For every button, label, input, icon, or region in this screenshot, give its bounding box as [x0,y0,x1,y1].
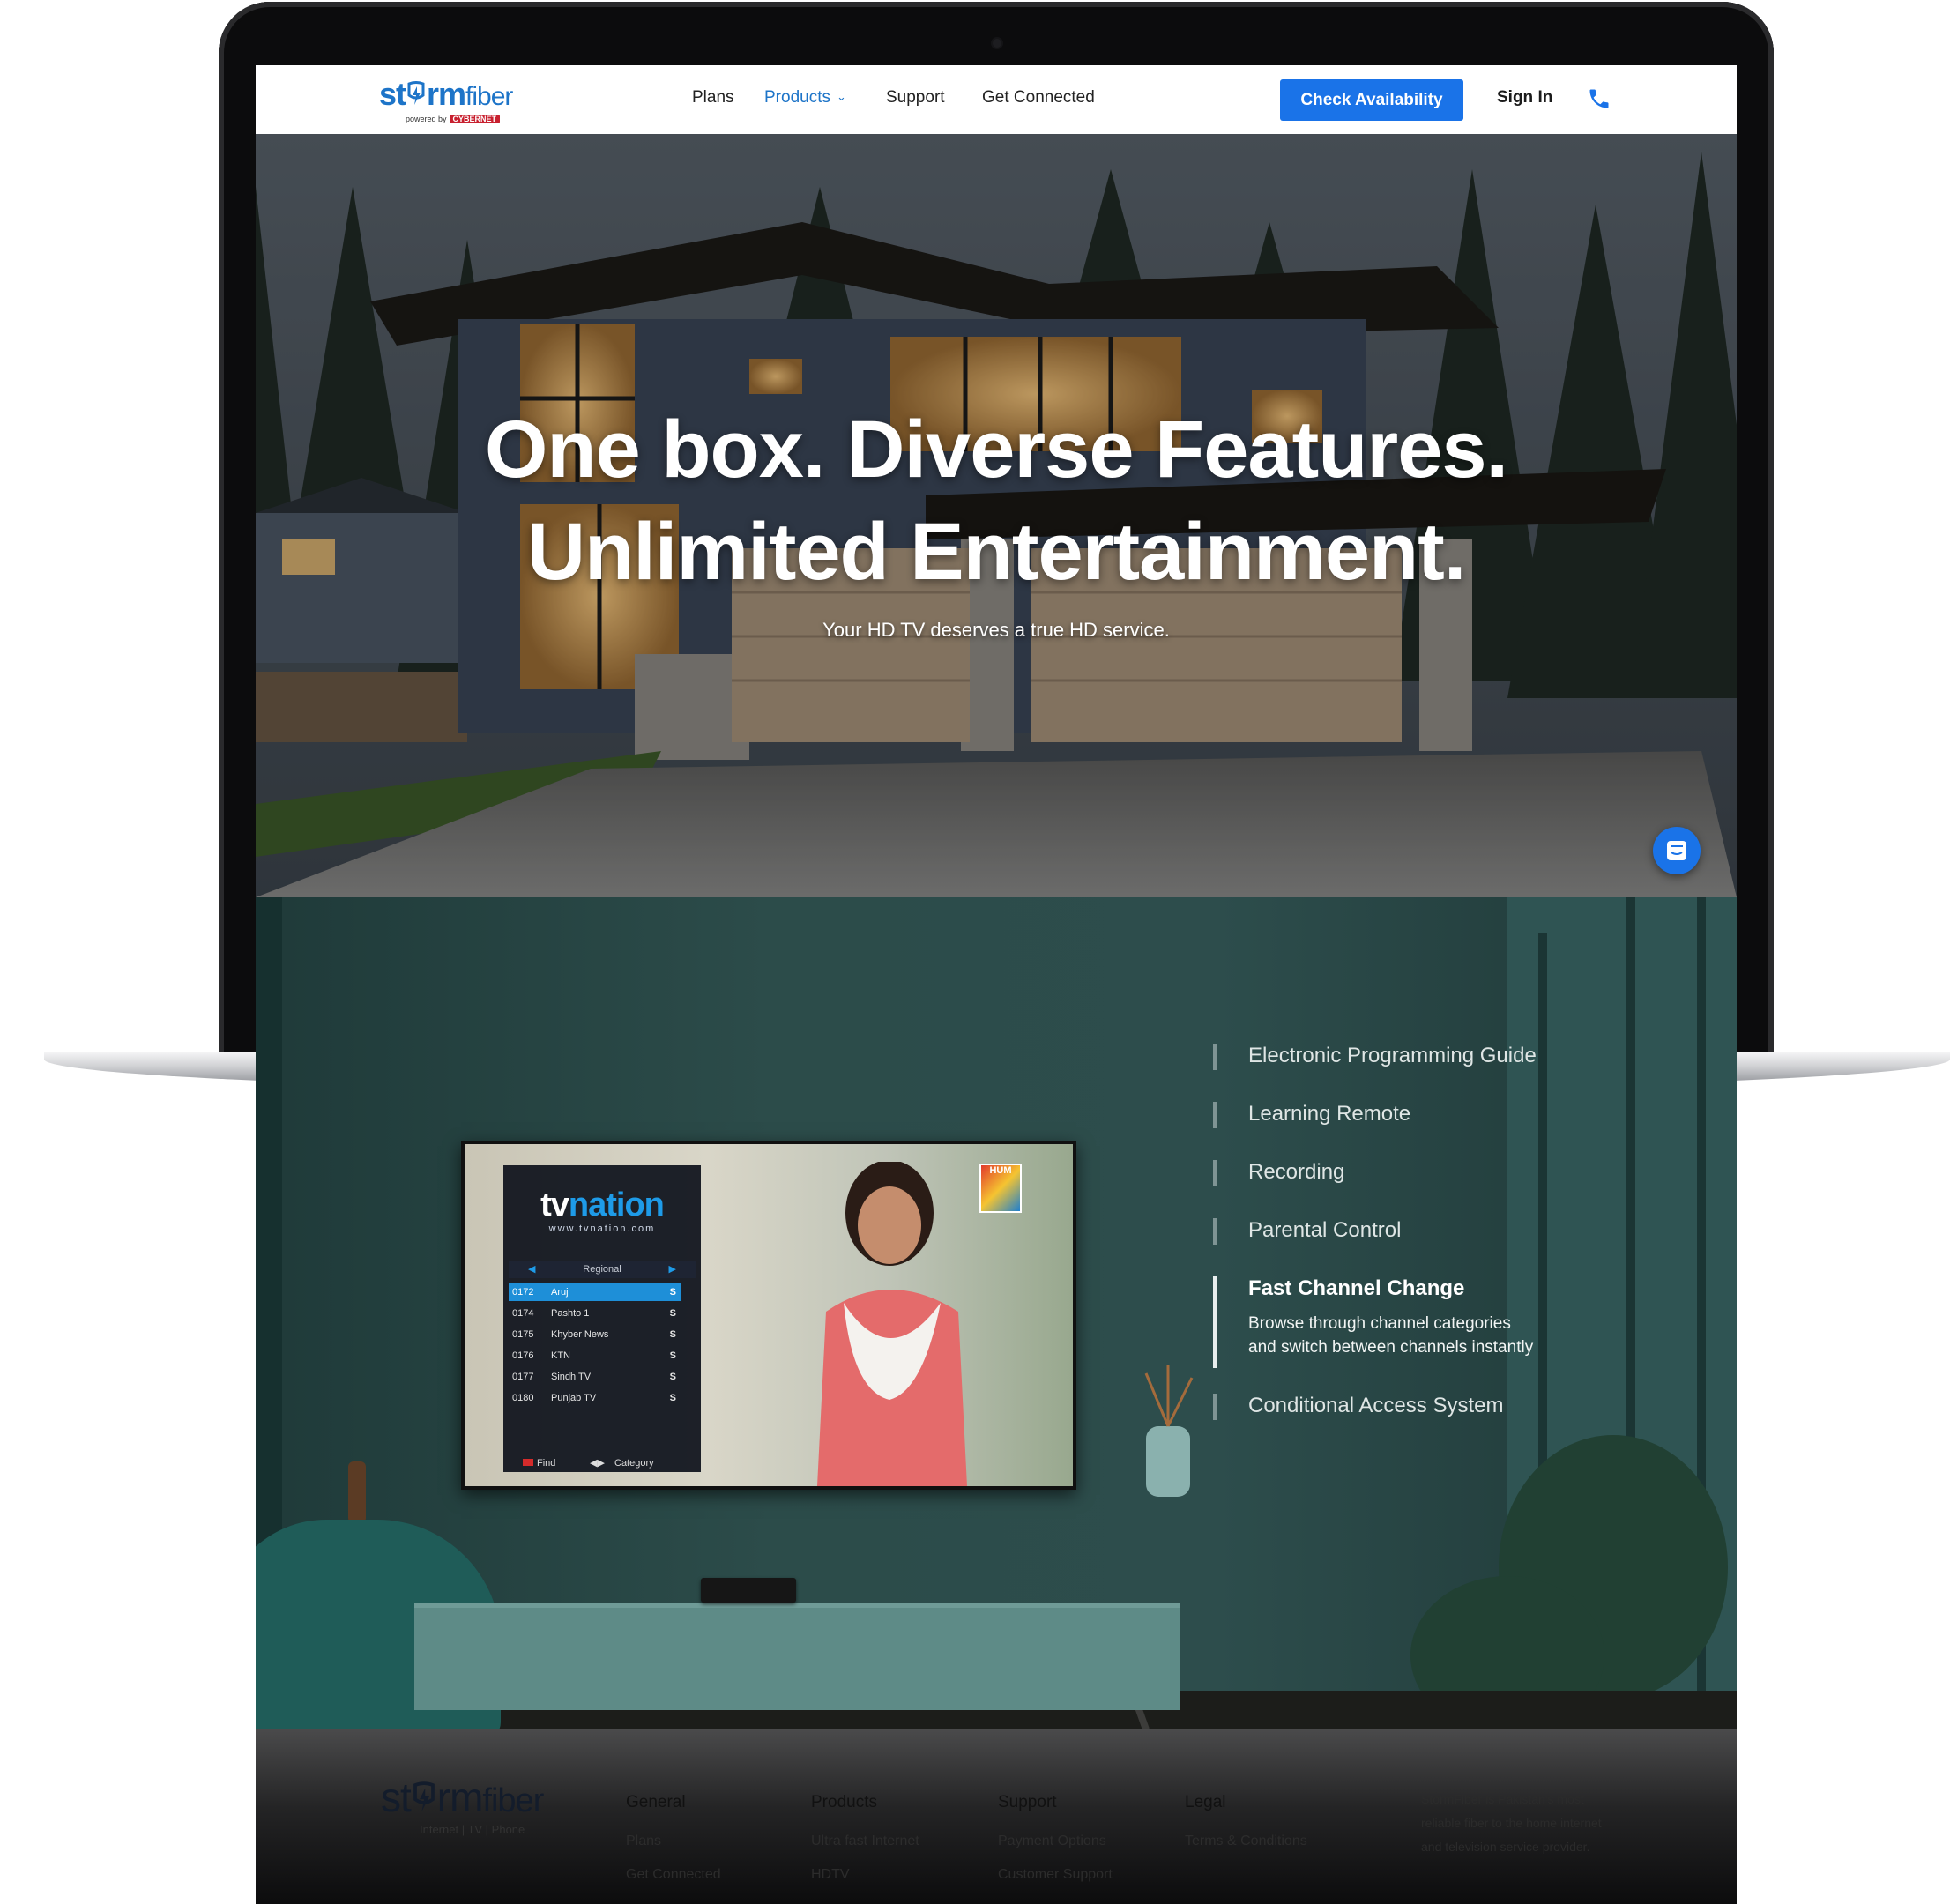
footer-link-payment-options[interactable]: Payment Options [998,1833,1106,1849]
feature-parental-control[interactable]: Parental Control [1248,1218,1401,1243]
nav-plans[interactable]: Plans [692,88,734,108]
epg-category-label: Regional [583,1264,621,1275]
hum-channel-logo: HUM [979,1164,1022,1213]
footer-logo[interactable]: st rmfiber [381,1774,544,1821]
feature-indicator [1213,1102,1217,1128]
footer-link-hdtv[interactable]: HDTV [811,1867,850,1883]
tv-presenter-illustration [817,1162,967,1486]
tvnation-url: www.tvnation.com [548,1223,656,1234]
hero-title-line2: Unlimited Entertainment. [526,507,1467,597]
epg-category-hint: Category [614,1458,654,1469]
epg-channel-row: 0172 Aruj S [509,1283,681,1301]
hero-title-line1: One box. Diverse Features. [484,405,1508,495]
epg-channel-row: 0177 Sindh TV S [512,1372,676,1382]
logo-wordmark: st rmfiber [379,76,513,112]
logo-powered-by: powered by CYBERNET [406,115,501,123]
sign-in-link[interactable]: Sign In [1497,88,1552,108]
arrow-right-icon: ▶ [668,1264,676,1275]
feature-indicator [1213,1160,1217,1186]
feature-learning-remote[interactable]: Learning Remote [1248,1102,1410,1127]
hero-section: One box. Diverse Features. Unlimited Ent… [256,134,1737,897]
set-top-box [701,1578,796,1603]
epg-footer: Find ◀▶ Category [509,1456,696,1470]
feature-conditional-access-system[interactable]: Conditional Access System [1248,1394,1503,1418]
feature-electronic-programming-guide[interactable]: Electronic Programming Guide [1248,1044,1537,1068]
nav-support[interactable]: Support [886,88,945,108]
nav-products-label: Products [764,88,830,107]
lightning-icon [413,1781,435,1811]
check-availability-button[interactable]: Check Availability [1280,79,1463,121]
epg-category-bar: ◀ Regional ▶ [509,1261,696,1278]
cybernet-badge: CYBERNET [449,115,501,123]
footer-link-ultra-fast-internet[interactable]: Ultra fast Internet [811,1833,919,1849]
chevron-down-icon: ⌄ [836,90,846,103]
feature-recording[interactable]: Recording [1248,1160,1344,1185]
footer-link-get-connected[interactable]: Get Connected [626,1867,721,1883]
footer-link-customer-support[interactable]: Customer Support [998,1867,1113,1883]
lightning-icon [407,81,425,105]
epg-panel: tvnation www.tvnation.com ◀ Regional ▶ 0… [503,1165,701,1472]
nav-get-connected[interactable]: Get Connected [982,88,1095,108]
features-section: tvnation www.tvnation.com ◀ Regional ▶ 0… [256,897,1737,1729]
footer-tagline: Internet | TV | Phone [420,1823,525,1836]
feature-active-description: Browse through channel categories and sw… [1248,1314,1534,1357]
footer-link-terms[interactable]: Terms & Conditions [1185,1833,1307,1849]
nav-products[interactable]: Products ⌄ [764,88,846,108]
tv-screen: tvnation www.tvnation.com ◀ Regional ▶ 0… [461,1141,1076,1490]
camera-icon [993,39,1001,48]
feature-indicator [1213,1394,1217,1420]
hero-title: One box. Diverse Features. Unlimited Ent… [256,398,1737,603]
feature-indicator [1213,1218,1217,1245]
footer-link-plans[interactable]: Plans [626,1833,661,1849]
feature-indicator-active [1213,1276,1217,1368]
site-header: st rmfiber powered by CYBERNET Plans Produ… [256,65,1737,134]
chat-widget-button[interactable] [1653,827,1701,874]
tvnation-logo: tvnation [540,1186,665,1223]
epg-channel-row: 0175 Khyber News S [512,1329,676,1340]
arrow-left-icon: ◀ [528,1264,536,1275]
lr-key-icon: ◀▶ [590,1458,605,1469]
footer-about-text: StormFiber is Pakistan's most reliable f… [1421,1792,1602,1854]
feature-fast-channel-change[interactable]: Fast Channel Change [1248,1276,1464,1301]
epg-channel-row: 0174 Pashto 1S [512,1308,676,1319]
stormfiber-logo[interactable]: st rmfiber powered by CYBERNET [379,74,520,127]
red-key-icon [523,1456,533,1470]
chat-icon [1667,841,1686,860]
footer-heading-general: General [626,1793,686,1811]
hero-subtitle: Your HD TV deserves a true HD service. [822,619,1170,641]
footer-heading-products: Products [811,1793,877,1811]
footer-heading-legal: Legal [1185,1793,1226,1811]
epg-channel-row: 0176 KTN S [512,1350,676,1361]
website-screen: st rmfiber powered by CYBERNET Plans Produ… [256,65,1737,1904]
site-footer: st rmfiber Internet | TV | Phone General … [256,1729,1737,1904]
feature-indicator [1213,1044,1217,1070]
epg-find-label: Find [537,1458,556,1469]
epg-channel-row: 0180 Punjab TV S [512,1393,676,1403]
tv-stand [414,1603,1180,1710]
footer-heading-support: Support [998,1793,1057,1811]
phone-icon[interactable] [1587,86,1611,111]
